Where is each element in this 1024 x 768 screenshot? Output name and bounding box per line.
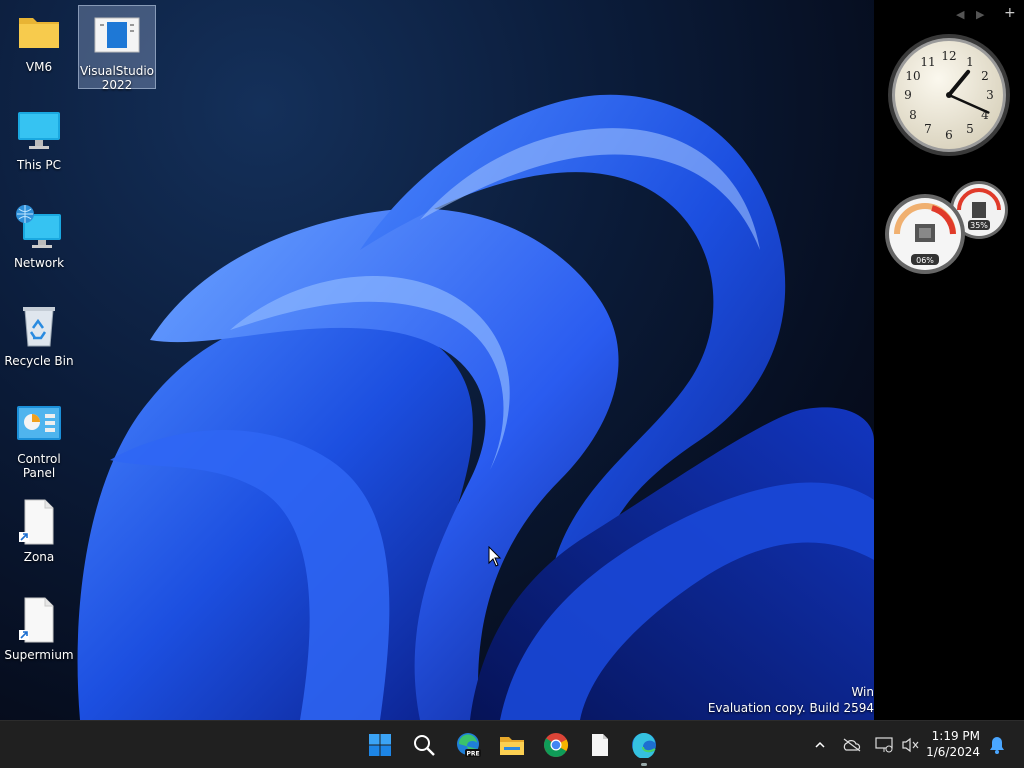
- file-explorer-icon: [500, 737, 524, 755]
- network-tray-button[interactable]: [872, 733, 896, 757]
- svg-text:11: 11: [920, 55, 935, 69]
- desktop-icon-label: Network: [13, 256, 65, 270]
- onedrive-tray-button[interactable]: [840, 733, 864, 757]
- sidebar-next-button[interactable]: ▶: [976, 8, 984, 21]
- svg-text:7: 7: [924, 122, 932, 136]
- svg-text:1: 1: [966, 55, 974, 69]
- edge-icon: [632, 732, 656, 758]
- svg-text:2: 2: [981, 69, 989, 83]
- desktop-icon-label: Zona: [23, 550, 55, 564]
- cpu-usage-label: 06%: [916, 256, 934, 265]
- taskbar-chrome[interactable]: [540, 729, 572, 761]
- bloom-wallpaper-art: [77, 94, 874, 720]
- memory-usage-label: 35%: [970, 221, 988, 230]
- folder-icon: [19, 18, 59, 48]
- sidebar-add-gadget-button[interactable]: +: [1004, 5, 1016, 21]
- desktop-icon-label: Supermium: [4, 648, 74, 662]
- watermark-line2: Evaluation copy. Build 2594: [707, 701, 874, 715]
- desktop-icon-label: Control Panel: [17, 452, 61, 480]
- desktop-icon-label: Recycle Bin: [4, 354, 74, 368]
- shortcut-file-icon: [19, 597, 54, 643]
- volume-muted-icon: [902, 737, 919, 753]
- desktop-icon-zona[interactable]: Zona: [1, 498, 77, 564]
- cpu-meter-gadget[interactable]: 35% 06%: [884, 180, 1012, 276]
- network-icon: [16, 205, 61, 248]
- svg-text:5: 5: [966, 122, 974, 136]
- desktop-icon-vm6[interactable]: VM6: [1, 8, 77, 80]
- svg-text:3: 3: [986, 88, 994, 102]
- document-icon: [94, 17, 140, 53]
- taskbar-clock[interactable]: 1:19 PM 1/6/2024: [926, 728, 980, 760]
- svg-text:8: 8: [909, 108, 917, 122]
- edge-preview-icon: PRE: [457, 733, 481, 758]
- start-icon: [369, 734, 391, 756]
- desktop-icon-this-pc[interactable]: This PC: [1, 106, 77, 172]
- desktop-icon-control-panel[interactable]: Control Panel: [1, 400, 77, 480]
- recycle-bin-icon: [23, 307, 55, 347]
- search-icon: [414, 735, 435, 756]
- monitor-icon: [18, 112, 60, 149]
- taskbar-file[interactable]: [584, 729, 616, 761]
- chevron-up-icon: [815, 741, 825, 748]
- shortcut-file-icon: [19, 499, 54, 545]
- gadget-sidebar: ◀ ▶ + 12 1 2 3 4567 8 9 10 11 35% 06%: [874, 0, 1024, 720]
- desktop-icon-network[interactable]: Network: [1, 204, 77, 270]
- taskbar: PRE 1:19 PM 1/6/2024: [0, 720, 1024, 768]
- watermark-line1: Win: [851, 685, 874, 699]
- search-button[interactable]: [408, 729, 440, 761]
- taskbar-edge-preview[interactable]: PRE: [452, 729, 484, 761]
- desktop-icon-label: This PC: [17, 158, 61, 172]
- taskbar-time: 1:19 PM: [931, 729, 980, 743]
- desktop-icon-recycle-bin[interactable]: Recycle Bin: [1, 302, 77, 368]
- svg-text:9: 9: [904, 88, 912, 102]
- desktop-icon-supermium[interactable]: Supermium: [1, 596, 77, 662]
- taskbar-edge[interactable]: [628, 729, 660, 761]
- notifications-button[interactable]: [985, 733, 1009, 757]
- chrome-icon: [544, 733, 568, 758]
- desktop-icon-visualstudio2022[interactable]: VisualStudio2022: [78, 5, 156, 92]
- volume-tray-button[interactable]: [898, 733, 922, 757]
- taskbar-date: 1/6/2024: [926, 745, 980, 759]
- desktop-icon-label: VisualStudio2022: [79, 64, 155, 92]
- svg-text:12: 12: [941, 49, 956, 63]
- edge-preview-badge: PRE: [466, 751, 479, 758]
- taskbar-file-explorer[interactable]: [496, 729, 528, 761]
- file-icon: [592, 734, 608, 756]
- svg-text:10: 10: [905, 69, 920, 83]
- svg-text:6: 6: [945, 128, 953, 142]
- network-disconnected-icon: [875, 737, 893, 753]
- cloud-off-icon: [843, 738, 861, 752]
- sidebar-prev-button[interactable]: ◀: [956, 8, 964, 21]
- bell-icon: [990, 737, 1004, 754]
- clock-gadget[interactable]: 12 123 4567 891011: [886, 32, 1012, 158]
- desktop-icon-label: VM6: [25, 60, 53, 74]
- start-button[interactable]: [364, 729, 396, 761]
- show-hidden-icons-button[interactable]: [808, 733, 832, 757]
- mouse-cursor-icon: [488, 546, 502, 567]
- desktop-wallpaper: [0, 0, 874, 720]
- running-indicator: [641, 763, 647, 766]
- control-panel-icon: [17, 406, 61, 440]
